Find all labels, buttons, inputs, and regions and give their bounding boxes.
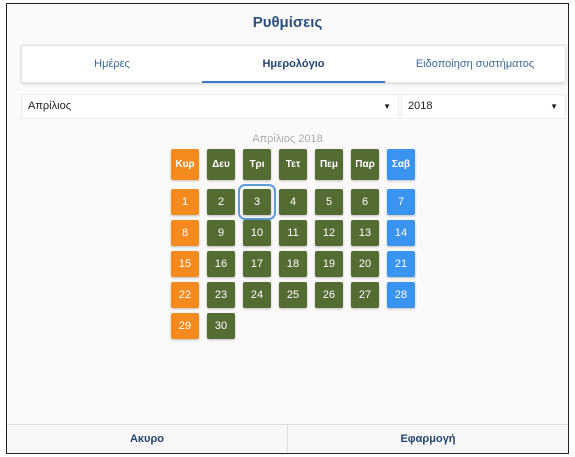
tab-bar: Ημέρες Ημερολόγιο Ειδοποίηση συστήματος xyxy=(21,45,566,83)
calendar-day[interactable]: 15 xyxy=(171,251,199,277)
dialog-title: Ρυθμίσεις xyxy=(252,14,323,31)
calendar-day[interactable]: 7 xyxy=(387,189,415,215)
calendar-day[interactable]: 11 xyxy=(279,220,307,246)
calendar-day[interactable]: 18 xyxy=(279,251,307,277)
calendar-week-row: 29 30 xyxy=(171,313,431,344)
calendar-day[interactable]: 5 xyxy=(315,189,343,215)
calendar-week-row: 22 23 24 25 26 27 28 xyxy=(171,282,431,313)
month-select-value: Απρίλιος xyxy=(28,100,71,112)
calendar-grid: Κυρ Δευ Τρι Τετ Πεμ Παρ Σαβ 1 2 3 4 5 6 7 8 9 10 1… xyxy=(171,149,431,344)
tab-days[interactable]: Ημέρες xyxy=(22,46,202,82)
calendar-day[interactable]: 28 xyxy=(387,282,415,308)
weekday-wednesday: Τετ xyxy=(279,149,307,180)
calendar-day[interactable]: 6 xyxy=(351,189,379,215)
weekday-friday: Παρ xyxy=(351,149,379,180)
calendar-day[interactable]: 1 xyxy=(171,189,199,215)
calendar-day[interactable]: 16 xyxy=(207,251,235,277)
calendar-day[interactable]: 30 xyxy=(207,313,235,339)
calendar-day[interactable]: 2 xyxy=(207,189,235,215)
calendar-day[interactable]: 3 xyxy=(238,184,276,220)
month-select[interactable]: Απρίλιος ▼ xyxy=(21,94,399,119)
calendar-day[interactable]: 9 xyxy=(207,220,235,246)
calendar-week-row: 8 9 10 11 12 13 14 xyxy=(171,220,431,251)
calendar-day[interactable]: 17 xyxy=(243,251,271,277)
weekday-tuesday: Τρι xyxy=(243,149,271,180)
tab-calendar[interactable]: Ημερολόγιο xyxy=(202,46,385,83)
calendar-day[interactable]: 26 xyxy=(315,282,343,308)
cancel-button[interactable]: Ακυρο xyxy=(7,425,288,453)
weekday-saturday: Σαβ xyxy=(387,149,415,180)
weekday-thursday: Πεμ xyxy=(315,149,343,180)
weekday-monday: Δευ xyxy=(207,149,235,180)
calendar-day[interactable]: 22 xyxy=(171,282,199,308)
calendar-day[interactable]: 8 xyxy=(171,220,199,246)
weekday-sunday: Κυρ xyxy=(171,149,199,180)
year-select[interactable]: 2018 ▼ xyxy=(401,94,566,119)
calendar-day[interactable]: 13 xyxy=(351,220,379,246)
calendar-day[interactable]: 21 xyxy=(387,251,415,277)
settings-dialog: Ρυθμίσεις Ημέρες Ημερολόγιο Ειδοποίηση σ… xyxy=(6,3,569,454)
calendar-day[interactable]: 24 xyxy=(243,282,271,308)
chevron-down-icon: ▼ xyxy=(383,102,391,111)
calendar-day[interactable]: 29 xyxy=(171,313,199,339)
chevron-down-icon: ▼ xyxy=(550,102,558,111)
calendar-week-row: 15 16 17 18 19 20 21 xyxy=(171,251,431,282)
dialog-footer: Ακυρο Εφαρμογή xyxy=(7,424,568,453)
calendar-week-row: 1234567 xyxy=(171,184,431,220)
calendar-day[interactable]: 12 xyxy=(315,220,343,246)
tab-system-notification[interactable]: Ειδοποίηση συστήματος xyxy=(385,46,565,82)
date-selectors: Απρίλιος ▼ 2018 ▼ xyxy=(21,94,566,119)
calendar-day[interactable]: 10 xyxy=(243,220,271,246)
calendar-day[interactable]: 23 xyxy=(207,282,235,308)
weekday-header-row: Κυρ Δευ Τρι Τετ Πεμ Παρ Σαβ xyxy=(171,149,431,189)
calendar-day[interactable]: 14 xyxy=(387,220,415,246)
calendar-day[interactable]: 27 xyxy=(351,282,379,308)
year-select-value: 2018 xyxy=(408,100,433,112)
calendar-day[interactable]: 19 xyxy=(315,251,343,277)
calendar-day[interactable]: 4 xyxy=(279,189,307,215)
calendar-day[interactable]: 25 xyxy=(279,282,307,308)
calendar-day[interactable]: 20 xyxy=(351,251,379,277)
apply-button[interactable]: Εφαρμογή xyxy=(288,425,568,453)
calendar-title: Απρίλιος 2018 xyxy=(252,133,323,145)
